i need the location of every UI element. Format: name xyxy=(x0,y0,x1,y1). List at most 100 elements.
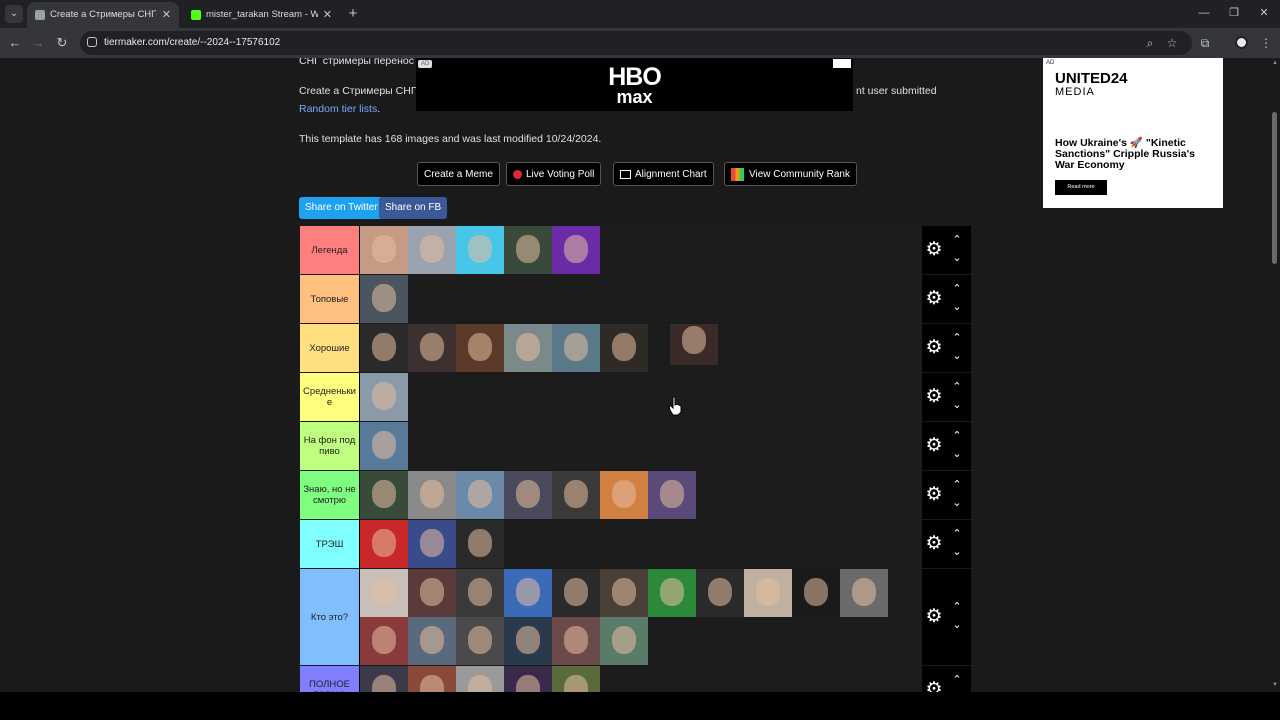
streamer-image[interactable] xyxy=(408,471,456,519)
move-up-icon[interactable]: ⌃ xyxy=(948,600,966,614)
scroll-down-icon[interactable]: ▼ xyxy=(1270,682,1280,688)
zoom-icon[interactable]: ⌕ xyxy=(1141,34,1159,52)
streamer-image[interactable] xyxy=(648,569,696,617)
tier-label[interactable]: ТРЭШ xyxy=(300,520,359,568)
streamer-image[interactable] xyxy=(504,666,552,692)
tier-label[interactable]: Топовые xyxy=(300,275,359,323)
move-down-icon[interactable]: ⌄ xyxy=(948,496,966,510)
move-down-icon[interactable]: ⌄ xyxy=(948,300,966,314)
move-down-icon[interactable]: ⌄ xyxy=(948,349,966,363)
settings-gear-icon[interactable]: ⚙ xyxy=(924,436,944,456)
move-up-icon[interactable]: ⌃ xyxy=(948,527,966,541)
move-up-icon[interactable]: ⌃ xyxy=(948,331,966,345)
tier-label[interactable]: Хорошие xyxy=(300,324,359,372)
streamer-image[interactable] xyxy=(360,471,408,519)
settings-gear-icon[interactable]: ⚙ xyxy=(924,240,944,260)
close-window-button[interactable]: ✕ xyxy=(1253,4,1275,22)
streamer-image[interactable] xyxy=(600,569,648,617)
streamer-image[interactable] xyxy=(456,520,504,568)
streamer-image[interactable] xyxy=(744,569,792,617)
streamer-image[interactable] xyxy=(408,666,456,692)
random-tier-lists-link[interactable]: Random tier lists xyxy=(299,103,377,115)
tier-label[interactable]: ПОЛНОЕ ГОВНО xyxy=(300,666,359,692)
streamer-image[interactable] xyxy=(360,275,408,323)
streamer-image[interactable] xyxy=(552,226,600,274)
settings-gear-icon[interactable]: ⚙ xyxy=(924,485,944,505)
streamer-image[interactable] xyxy=(456,471,504,519)
streamer-image[interactable] xyxy=(408,324,456,372)
streamer-image[interactable] xyxy=(792,569,840,617)
streamer-image[interactable] xyxy=(360,324,408,372)
streamer-image[interactable] xyxy=(456,226,504,274)
streamer-image[interactable] xyxy=(600,617,648,665)
share-fb-button[interactable]: Share on FB xyxy=(379,197,448,219)
streamer-image[interactable] xyxy=(408,520,456,568)
tier-drop-zone[interactable] xyxy=(360,666,922,692)
streamer-image[interactable] xyxy=(600,471,648,519)
streamer-image[interactable] xyxy=(408,617,456,665)
streamer-image[interactable] xyxy=(552,666,600,692)
tab-search-icon[interactable]: ⌄ xyxy=(5,5,23,23)
move-down-icon[interactable]: ⌄ xyxy=(948,545,966,559)
streamer-image[interactable] xyxy=(504,471,552,519)
move-up-icon[interactable]: ⌃ xyxy=(948,673,966,687)
streamer-image[interactable] xyxy=(504,226,552,274)
address-bar[interactable]: tiermaker.com/create/--2024--17576102 xyxy=(80,31,1192,55)
tier-drop-zone[interactable] xyxy=(360,373,922,421)
site-info-icon[interactable] xyxy=(87,37,97,47)
scroll-up-icon[interactable]: ▲ xyxy=(1270,60,1280,66)
streamer-image[interactable] xyxy=(360,569,408,617)
move-down-icon[interactable]: ⌄ xyxy=(948,618,966,632)
streamer-image[interactable] xyxy=(408,226,456,274)
streamer-image[interactable] xyxy=(552,569,600,617)
tier-drop-zone[interactable] xyxy=(360,569,922,665)
read-more-button[interactable]: Read more xyxy=(1055,180,1107,195)
streamer-image[interactable] xyxy=(504,569,552,617)
move-up-icon[interactable]: ⌃ xyxy=(948,429,966,443)
tab-kick[interactable]: mister_tarakan Stream - Watch ✕ xyxy=(183,2,340,28)
back-icon[interactable]: ← xyxy=(6,34,24,52)
streamer-image[interactable] xyxy=(552,617,600,665)
streamer-image[interactable] xyxy=(552,471,600,519)
close-tab-icon[interactable]: ✕ xyxy=(323,2,332,28)
menu-kebab-icon[interactable]: ⋮ xyxy=(1257,34,1275,52)
settings-gear-icon[interactable]: ⚙ xyxy=(924,534,944,554)
move-up-icon[interactable]: ⌃ xyxy=(948,478,966,492)
move-up-icon[interactable]: ⌃ xyxy=(948,233,966,247)
reload-icon[interactable]: ↻ xyxy=(53,34,71,52)
move-down-icon[interactable]: ⌄ xyxy=(948,447,966,461)
united24-ad[interactable]: AD UNITED24 MEDIA How Ukraine's 🚀 "Kinet… xyxy=(1043,58,1223,208)
streamer-image[interactable] xyxy=(840,569,888,617)
extensions-icon[interactable]: ⧉ xyxy=(1196,34,1214,52)
streamer-image[interactable] xyxy=(360,666,408,692)
tier-label[interactable]: Знаю, но не смотрю xyxy=(300,471,359,519)
tier-drop-zone[interactable] xyxy=(360,324,922,372)
tier-label[interactable]: Средненьки е xyxy=(300,373,359,421)
streamer-image[interactable] xyxy=(670,324,718,365)
move-down-icon[interactable]: ⌄ xyxy=(948,251,966,265)
streamer-image[interactable] xyxy=(360,373,408,421)
tier-label[interactable]: Кто это? xyxy=(300,569,359,665)
tier-drop-zone[interactable] xyxy=(360,520,922,568)
streamer-image[interactable] xyxy=(360,422,408,470)
create-meme-button[interactable]: Create a Meme xyxy=(417,162,500,186)
tier-drop-zone[interactable] xyxy=(360,226,922,274)
move-up-icon[interactable]: ⌃ xyxy=(948,380,966,394)
live-voting-poll-button[interactable]: Live Voting Poll xyxy=(506,162,602,186)
streamer-image[interactable] xyxy=(696,569,744,617)
forward-icon[interactable]: → xyxy=(29,34,47,52)
tier-label[interactable]: Легенда xyxy=(300,226,359,274)
streamer-image[interactable] xyxy=(504,324,552,372)
move-down-icon[interactable]: ⌄ xyxy=(948,398,966,412)
streamer-image[interactable] xyxy=(648,471,696,519)
streamer-image[interactable] xyxy=(504,617,552,665)
tier-label[interactable]: На фон под пиво xyxy=(300,422,359,470)
streamer-image[interactable] xyxy=(456,324,504,372)
settings-gear-icon[interactable]: ⚙ xyxy=(924,680,944,693)
tab-tiermaker[interactable]: Create a Стримеры СНГ(почти ✕ xyxy=(27,2,179,28)
share-twitter-button[interactable]: Share on Twitter xyxy=(299,197,384,219)
profile-avatar[interactable] xyxy=(1235,36,1248,49)
streamer-image[interactable] xyxy=(456,569,504,617)
new-tab-button[interactable]: + xyxy=(346,3,360,25)
tier-drop-zone[interactable] xyxy=(360,422,922,470)
